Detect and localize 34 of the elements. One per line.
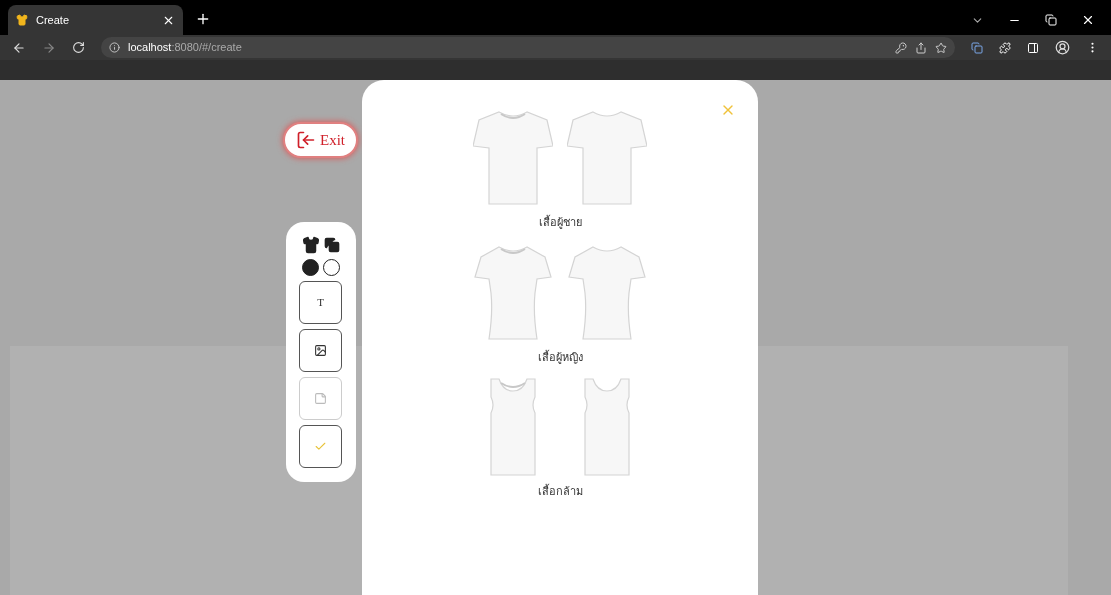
address-bar[interactable]: localhost:8080/#/create (101, 37, 955, 58)
image-icon (314, 344, 327, 357)
forward-icon[interactable] (42, 40, 56, 55)
star-icon[interactable] (935, 41, 947, 54)
key-icon[interactable] (895, 41, 907, 54)
extension-icon[interactable] (971, 41, 983, 54)
side-panel-icon[interactable] (1027, 41, 1039, 54)
shirt-icon[interactable] (301, 236, 320, 254)
exit-icon (296, 130, 316, 150)
browser-tab[interactable]: Create (8, 5, 183, 35)
tool-button[interactable] (299, 329, 342, 372)
tool-button[interactable] (299, 425, 342, 468)
back-icon[interactable] (12, 40, 26, 55)
close-icon[interactable] (1081, 13, 1095, 27)
reload-icon[interactable] (72, 41, 85, 54)
tool-button[interactable]: T (299, 281, 342, 324)
category-label[interactable]: เสื้อผู้หญิง (537, 348, 583, 365)
color-swatch[interactable] (322, 259, 340, 276)
tab-title: Create (36, 12, 71, 28)
new-tab-icon[interactable] (195, 11, 211, 27)
url-text: localhost:8080/#/create (128, 40, 242, 56)
check-icon (314, 440, 327, 453)
exit-button[interactable]: Exit (283, 122, 358, 158)
puzzle-icon[interactable] (999, 41, 1011, 54)
shirt-icon (16, 14, 28, 26)
profile-icon[interactable] (1055, 40, 1070, 55)
category-label[interactable]: เสื้อผู้ชาย (538, 214, 582, 231)
info-icon (109, 42, 120, 53)
share-icon[interactable] (915, 41, 927, 54)
color-swatch[interactable] (301, 259, 319, 276)
category-label[interactable]: เสื้อกล้าม (537, 483, 583, 500)
restore-icon[interactable] (1045, 14, 1057, 26)
note-icon (314, 392, 327, 405)
layers-icon[interactable] (323, 237, 340, 253)
